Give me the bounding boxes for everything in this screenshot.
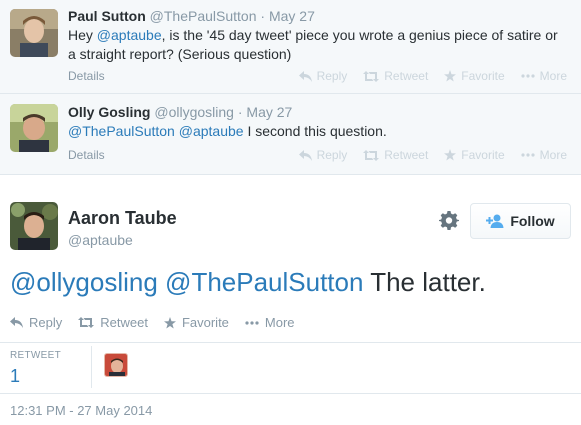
reply-icon xyxy=(10,317,23,328)
tweet-text: Hey @aptaube, is the '45 day tweet' piec… xyxy=(68,26,568,64)
reply-header: Paul Sutton @ThePaulSutton · May 27 xyxy=(68,8,315,24)
reply-header: Olly Gosling @ollygosling · May 27 xyxy=(68,104,292,120)
favorite-label: Favorite xyxy=(461,148,505,162)
reply-label: Reply xyxy=(316,148,348,162)
retweet-button[interactable]: Retweet xyxy=(363,148,428,162)
retweet-icon xyxy=(363,149,380,161)
tweet-date[interactable]: May 27 xyxy=(269,8,315,24)
divider xyxy=(91,346,92,388)
favorite-icon xyxy=(444,149,457,161)
favorite-label: Favorite xyxy=(181,315,229,330)
tweet-text: @ollygosling @ThePaulSutton The latter. xyxy=(10,265,486,299)
reply-button[interactable]: Reply xyxy=(298,148,348,162)
display-name[interactable]: Paul Sutton xyxy=(68,8,146,24)
user-handle[interactable]: @ThePaulSutton xyxy=(150,8,257,24)
more-icon xyxy=(521,153,535,157)
reply-button[interactable]: Reply xyxy=(298,69,348,83)
reply-tweet: Olly Gosling @ollygosling · May 27 @TheP… xyxy=(0,94,581,175)
retweet-icon xyxy=(363,70,380,82)
divider xyxy=(0,393,581,394)
retweet-button[interactable]: Retweet xyxy=(363,69,428,83)
favorite-button[interactable]: Favorite xyxy=(444,69,505,83)
reply-icon xyxy=(298,149,312,161)
reply-label: Reply xyxy=(316,69,348,83)
avatar[interactable] xyxy=(10,104,58,152)
more-button[interactable]: More xyxy=(521,69,567,83)
more-button[interactable]: More xyxy=(521,148,567,162)
more-label: More xyxy=(539,148,567,162)
retweet-count: 1 xyxy=(10,366,21,386)
favorite-button[interactable]: Favorite xyxy=(444,148,505,162)
retweet-stat-label: RETWEET xyxy=(10,350,61,361)
text-segment: Hey xyxy=(68,27,97,43)
follow-icon xyxy=(486,214,504,228)
text-segment: I second this question. xyxy=(243,123,387,139)
details-link[interactable]: Details xyxy=(68,148,105,162)
mention-link[interactable]: @aptaube xyxy=(97,27,162,43)
follow-label: Follow xyxy=(510,213,555,229)
retweet-label: Retweet xyxy=(384,69,429,83)
reply-button[interactable]: Reply xyxy=(10,315,62,330)
mention-link[interactable]: @ThePaulSutton xyxy=(68,123,175,139)
more-button[interactable]: More xyxy=(245,315,295,330)
retweet-button[interactable]: Retweet xyxy=(78,315,148,330)
reply-tweet: Paul Sutton @ThePaulSutton · May 27 Hey … xyxy=(0,0,581,94)
reply-action-bar: Reply Retweet Favorite More xyxy=(283,69,567,83)
user-handle[interactable]: @ollygosling xyxy=(154,104,234,120)
retweeter-avatar[interactable] xyxy=(104,353,128,377)
separator-dot: · xyxy=(260,8,266,24)
tweet-text: @ThePaulSutton @aptaube I second this qu… xyxy=(68,122,568,141)
retweet-icon xyxy=(78,317,95,328)
favorite-button[interactable]: Favorite xyxy=(163,315,229,330)
follow-button[interactable]: Follow xyxy=(470,203,571,239)
display-name[interactable]: Aaron Taube xyxy=(68,208,177,229)
gear-icon[interactable] xyxy=(439,210,459,230)
avatar[interactable] xyxy=(10,202,58,250)
divider xyxy=(0,342,581,343)
separator-dot: · xyxy=(237,104,243,120)
more-label: More xyxy=(539,69,567,83)
user-handle[interactable]: @aptaube xyxy=(68,232,133,248)
mention-link[interactable]: @ThePaulSutton xyxy=(165,267,363,297)
more-icon xyxy=(521,74,535,78)
tweet-date[interactable]: May 27 xyxy=(246,104,292,120)
more-icon xyxy=(245,320,259,325)
details-link[interactable]: Details xyxy=(68,69,105,83)
favorite-label: Favorite xyxy=(461,69,505,83)
main-tweet: Aaron Taube @aptaube Follow @ollygosling… xyxy=(0,175,581,425)
avatar[interactable] xyxy=(10,9,58,57)
favorite-icon xyxy=(444,70,457,82)
mention-link[interactable]: @aptaube xyxy=(179,123,244,139)
tweet-timestamp[interactable]: 12:31 PM - 27 May 2014 xyxy=(10,403,152,418)
mention-link[interactable]: @ollygosling xyxy=(10,267,158,297)
favorite-icon xyxy=(163,316,176,328)
more-label: More xyxy=(264,315,295,330)
reply-icon xyxy=(298,70,312,82)
text-segment: The latter. xyxy=(363,267,486,297)
retweet-label: Retweet xyxy=(384,148,429,162)
reply-label: Reply xyxy=(29,315,63,330)
display-name[interactable]: Olly Gosling xyxy=(68,104,150,120)
tweet-action-bar: Reply Retweet Favorite More xyxy=(10,315,311,330)
reply-action-bar: Reply Retweet Favorite More xyxy=(283,148,567,162)
retweet-label: Retweet xyxy=(100,315,148,330)
retweet-stat[interactable]: RETWEET 1 xyxy=(10,350,61,387)
